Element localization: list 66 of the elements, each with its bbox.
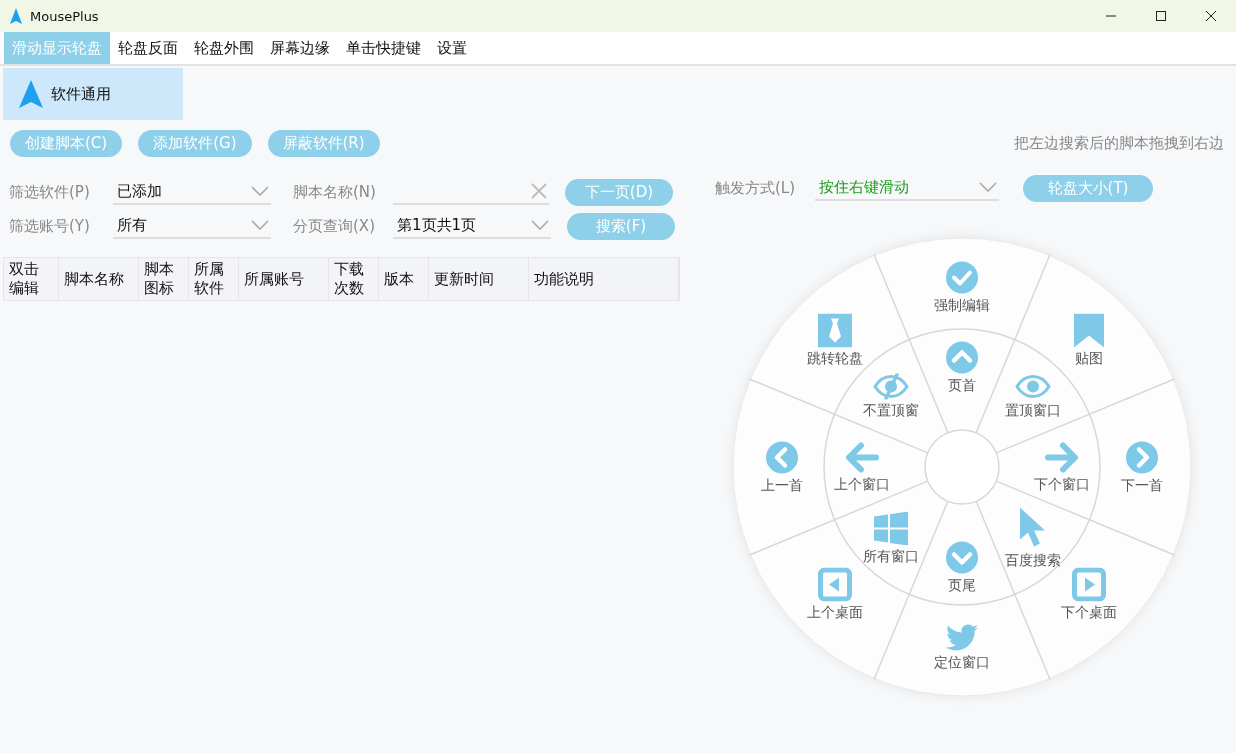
windows-grid-icon <box>874 511 909 546</box>
chevron-down-icon <box>251 220 269 230</box>
column-header: 下载次数 <box>334 260 364 298</box>
tab[interactable]: 设置 <box>429 32 475 64</box>
wheel-item-label[interactable]: 页尾 <box>948 576 976 594</box>
chevron-left-icon <box>765 440 799 475</box>
wheel-item-label[interactable]: 上个窗口 <box>834 475 890 493</box>
wheel-item-label[interactable]: 置顶窗口 <box>1004 401 1061 419</box>
eye-slash-icon <box>873 373 910 400</box>
arrow-up-icon <box>19 80 43 108</box>
app-logo-icon <box>10 8 22 24</box>
maximize-icon <box>1156 11 1166 21</box>
tab[interactable]: 屏幕边缘 <box>262 32 338 64</box>
wheel-item-label[interactable]: 页首 <box>948 376 976 394</box>
trigger-label: 触发方式(L) <box>715 178 797 198</box>
wheel-item-label[interactable]: 上一首 <box>761 476 803 494</box>
filter-label: 分页查询(X) <box>293 216 376 236</box>
column-header: 脚本图标 <box>144 260 174 298</box>
filter-label: 筛选账号(Y) <box>8 216 91 236</box>
hint-text: 把左边搜索后的脚本拖拽到右边 <box>1014 134 1224 153</box>
tab[interactable]: 轮盘反面 <box>110 32 186 64</box>
wheel-item-label[interactable]: 跳转轮盘 <box>806 349 863 367</box>
chevron-up-icon <box>945 340 979 375</box>
window-title: MousePlus <box>30 8 99 24</box>
column-header: 功能说明 <box>534 269 594 289</box>
chevron-right-icon <box>1125 440 1159 475</box>
bookmark-icon <box>1074 313 1105 348</box>
wheel-item-label[interactable]: 下一首 <box>1121 476 1163 494</box>
wheel-item-label[interactable]: 百度搜索 <box>1004 551 1061 569</box>
eye-icon <box>1014 373 1051 400</box>
close-icon <box>1206 11 1216 21</box>
sidebar-item-label: 软件通用 <box>51 84 111 104</box>
check-circle-icon <box>945 260 979 295</box>
software-dropdown[interactable]: 已添加 <box>113 179 271 205</box>
chevron-down-icon <box>531 220 549 230</box>
chevron-down-icon <box>251 186 269 196</box>
column-header: 版本 <box>384 269 414 289</box>
wheel-item-label[interactable]: 贴图 <box>1075 349 1104 367</box>
play-square-icon <box>1072 567 1107 602</box>
column-header: 所属软件 <box>194 260 224 298</box>
sidebar-item[interactable]: 软件通用 <box>3 68 183 120</box>
filter-label: 筛选软件(P) <box>8 182 91 202</box>
chevron-down-icon <box>945 540 979 575</box>
wheel-item-label[interactable]: 下个窗口 <box>1034 475 1090 493</box>
chevron-down-icon <box>979 182 997 192</box>
wheel-item-label[interactable]: 强制编辑 <box>934 296 990 314</box>
arrow-right-icon <box>1045 441 1079 474</box>
wheel-item-label[interactable]: 定位窗口 <box>934 653 990 671</box>
tab[interactable]: 单击快捷键 <box>338 32 429 64</box>
clear-icon[interactable] <box>531 183 547 199</box>
filter-label: 脚本名称(N) <box>293 182 377 202</box>
wheel-item-label[interactable]: 不置顶窗 <box>863 401 920 419</box>
page-dropdown[interactable]: 第1页共1页 <box>393 213 551 239</box>
wheel-item-label[interactable]: 所有窗口 <box>863 547 920 565</box>
column-header: 所属账号 <box>244 269 304 289</box>
wheel-item-label[interactable]: 上个桌面 <box>806 603 863 621</box>
wheel-item-label[interactable]: 下个桌面 <box>1061 603 1118 621</box>
trigger-dropdown[interactable]: 按住右键滑动 <box>815 175 999 201</box>
column-header: 更新时间 <box>434 269 494 289</box>
column-header: 脚本名称 <box>64 269 124 289</box>
bird-icon <box>946 623 978 652</box>
back-square-icon <box>817 567 852 602</box>
column-header: 双击编辑 <box>9 260 39 298</box>
arrow-left-icon <box>845 441 879 474</box>
account-dropdown[interactable]: 所有 <box>113 213 271 239</box>
tab[interactable]: 轮盘外围 <box>186 32 262 64</box>
